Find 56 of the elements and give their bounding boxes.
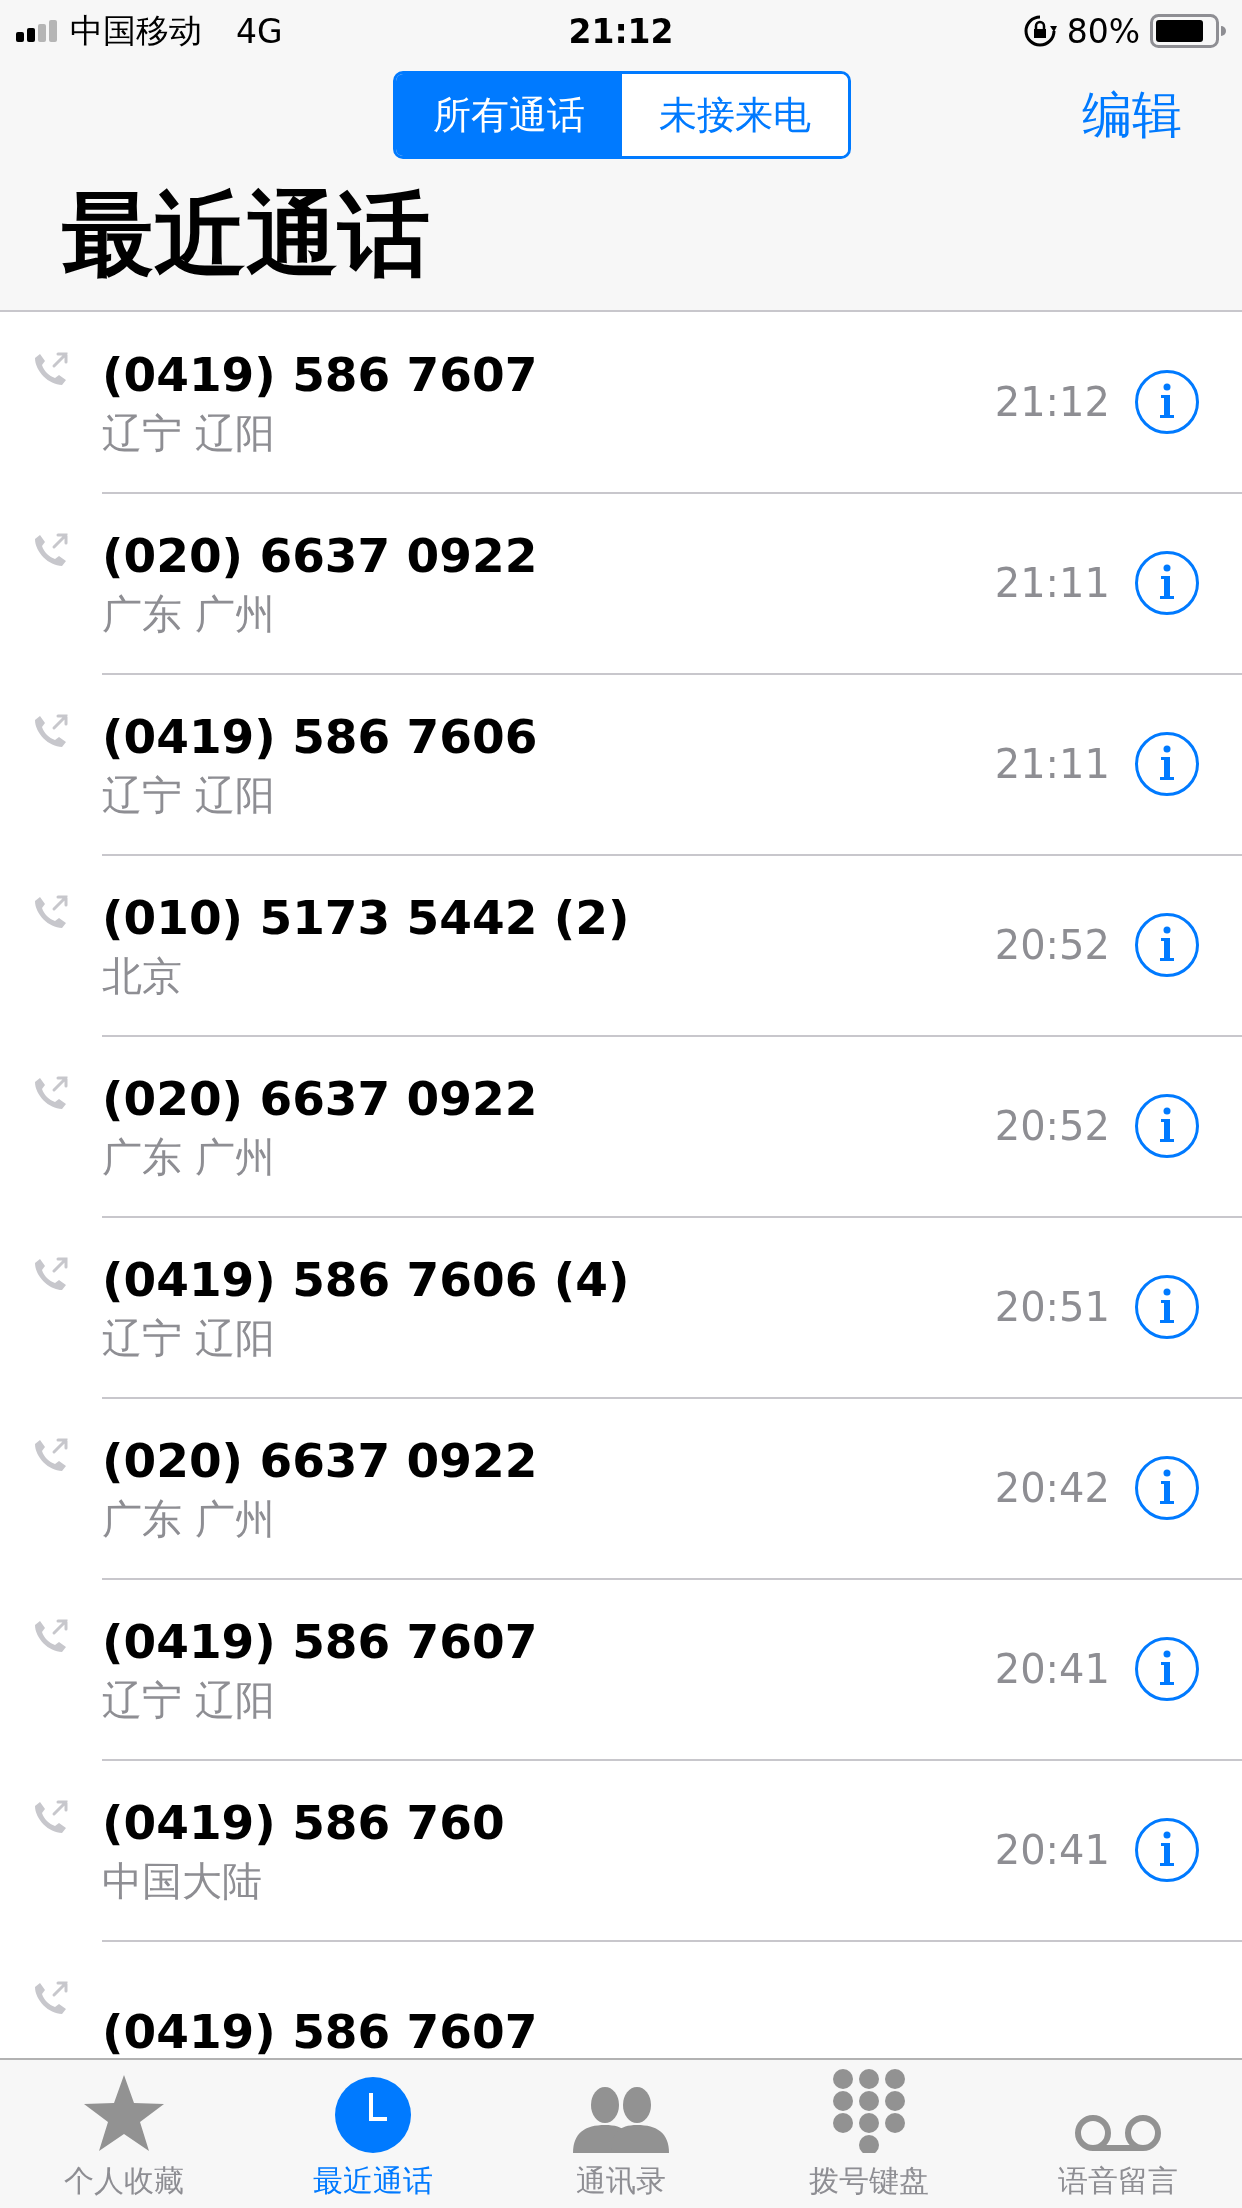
call-location: 辽宁 辽阳 (102, 1313, 276, 1363)
keypad-icon (831, 2069, 908, 2153)
info-button[interactable] (1134, 911, 1200, 978)
call-time: 21:11 (994, 559, 1110, 606)
info-button[interactable] (1134, 1092, 1200, 1159)
tab-bar-item[interactable]: 语音留言 (993, 2060, 1242, 2208)
tab-bar-item[interactable]: 个人收藏 (0, 2060, 249, 2208)
call-location: 广东 广州 (102, 1494, 276, 1544)
call-time: 21:12 (994, 378, 1110, 425)
phone-number: (020) 6637 0922 (102, 526, 539, 585)
signal-icon (16, 20, 60, 42)
battery-icon (1150, 14, 1226, 48)
phone-number: (0419) 586 7606 (102, 707, 539, 766)
clock-icon (334, 2077, 411, 2153)
phone-number: (0419) 586 7607 (102, 345, 539, 404)
clock-time: 21:12 (568, 11, 674, 51)
phone-number: (020) 6637 0922 (102, 1069, 539, 1128)
call-time: 21:11 (994, 740, 1110, 787)
tab-bar-item[interactable]: 拨号键盘 (745, 2060, 994, 2208)
battery-percent: 80% (1066, 11, 1140, 51)
call-location: 广东 广州 (102, 589, 276, 639)
call-location: 辽宁 辽阳 (102, 1675, 276, 1725)
call-location: 广东 广州 (102, 1132, 276, 1182)
call-time: 20:51 (994, 1283, 1110, 1330)
call-time: 20:41 (994, 1826, 1110, 1873)
tab-bar-item[interactable]: 最近通话 (248, 2060, 497, 2208)
carrier-name: 中国移动 (70, 9, 202, 52)
tab-bar-item[interactable]: 通讯录 (496, 2060, 746, 2208)
phone-number: (020) 6637 0922 (102, 1431, 539, 1490)
info-button[interactable] (1134, 1816, 1200, 1883)
edit-button[interactable]: 编辑 (1082, 81, 1182, 149)
info-button[interactable] (1134, 368, 1200, 435)
rotation-lock-icon (1022, 14, 1057, 48)
phone-number: (0419) 586 7607 (102, 2002, 539, 2058)
call-location: 中国大陆 (102, 1856, 263, 1906)
info-button[interactable] (1134, 1273, 1200, 1340)
call-location: 辽宁 辽阳 (102, 770, 276, 820)
call-time: 20:41 (994, 1645, 1110, 1692)
page-title: 最近通话 (61, 180, 431, 290)
call-time: 20:52 (994, 1102, 1110, 1149)
call-location: 北京 (102, 951, 183, 1001)
phone-number: (010) 5173 5442 (2) (102, 888, 631, 947)
phone-number: (0419) 586 760 (102, 1793, 506, 1852)
info-button[interactable] (1134, 1454, 1200, 1521)
info-button[interactable] (1134, 1635, 1200, 1702)
call-location: 辽宁 辽阳 (102, 408, 276, 458)
voicemail-icon (1072, 2113, 1163, 2153)
call-time: 20:42 (994, 1464, 1110, 1511)
info-button[interactable] (1134, 730, 1200, 797)
segment-tab[interactable]: 未接来电 (622, 74, 848, 156)
segment-tab[interactable]: 所有通话 (396, 74, 622, 156)
network-type: 4G (236, 11, 283, 51)
phone-number: (0419) 586 7606 (4) (102, 1250, 631, 1309)
call-time: 20:52 (994, 921, 1110, 968)
phone-number: (0419) 586 7607 (102, 1612, 539, 1671)
info-button[interactable] (1134, 549, 1200, 616)
